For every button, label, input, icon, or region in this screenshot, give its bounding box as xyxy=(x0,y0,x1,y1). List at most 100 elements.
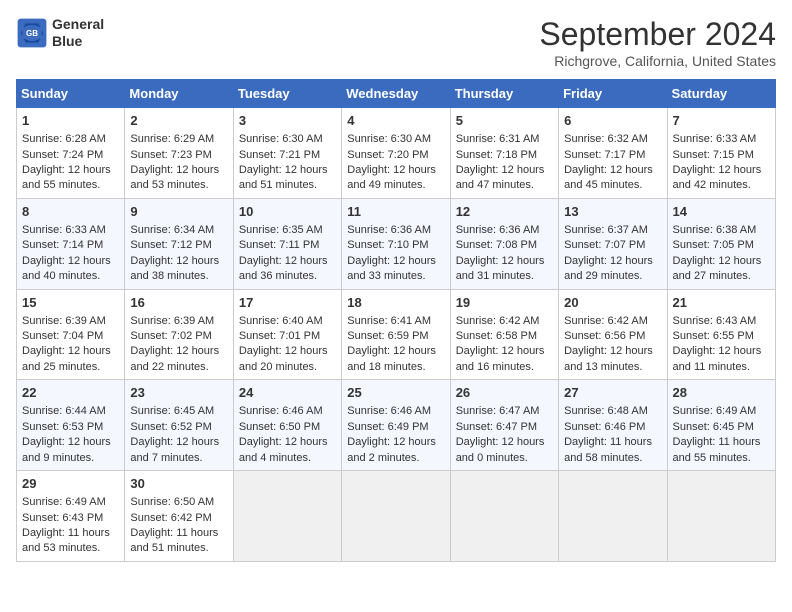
calendar-cell: 18Sunrise: 6:41 AMSunset: 6:59 PMDayligh… xyxy=(342,289,450,380)
sunset-text: Sunset: 7:10 PM xyxy=(347,238,444,253)
calendar-body: 1Sunrise: 6:28 AMSunset: 7:24 PMDaylight… xyxy=(17,108,776,562)
sunrise-text: Sunrise: 6:44 AM xyxy=(22,404,119,419)
calendar-cell xyxy=(233,471,341,562)
sunrise-text: Sunrise: 6:30 AM xyxy=(239,132,336,147)
day-number: 22 xyxy=(22,384,119,402)
day-number: 6 xyxy=(564,112,661,130)
daylight-text: Daylight: 12 hours and 27 minutes. xyxy=(673,254,770,285)
sunrise-text: Sunrise: 6:46 AM xyxy=(347,404,444,419)
calendar-cell xyxy=(559,471,667,562)
sunrise-text: Sunrise: 6:42 AM xyxy=(564,314,661,329)
day-number: 29 xyxy=(22,475,119,493)
calendar-cell: 28Sunrise: 6:49 AMSunset: 6:45 PMDayligh… xyxy=(667,380,775,471)
daylight-text: Daylight: 12 hours and 36 minutes. xyxy=(239,254,336,285)
daylight-text: Daylight: 12 hours and 20 minutes. xyxy=(239,344,336,375)
sunrise-text: Sunrise: 6:38 AM xyxy=(673,223,770,238)
day-number: 27 xyxy=(564,384,661,402)
calendar-cell: 2Sunrise: 6:29 AMSunset: 7:23 PMDaylight… xyxy=(125,108,233,199)
daylight-text: Daylight: 12 hours and 7 minutes. xyxy=(130,435,227,466)
calendar-table: SundayMondayTuesdayWednesdayThursdayFrid… xyxy=(16,79,776,562)
month-title: September 2024 xyxy=(539,16,776,53)
daylight-text: Daylight: 12 hours and 47 minutes. xyxy=(456,163,553,194)
sunrise-text: Sunrise: 6:35 AM xyxy=(239,223,336,238)
day-number: 8 xyxy=(22,203,119,221)
calendar-cell: 22 Sunrise: 6:44 AMSunset: 6:53 PMDayligh… xyxy=(17,380,125,471)
day-number: 7 xyxy=(673,112,770,130)
weekday-saturday: Saturday xyxy=(667,80,775,108)
sunset-text: Sunset: 6:58 PM xyxy=(456,329,553,344)
calendar-week-row: 15Sunrise: 6:39 AMSunset: 7:04 PMDayligh… xyxy=(17,289,776,380)
day-number: 16 xyxy=(130,294,227,312)
sunset-text: Sunset: 7:24 PM xyxy=(22,148,119,163)
daylight-text: Daylight: 12 hours and 25 minutes. xyxy=(22,344,119,375)
general-blue-logo-icon: GB xyxy=(16,17,48,49)
daylight-text: Daylight: 12 hours and 40 minutes. xyxy=(22,254,119,285)
day-number: 12 xyxy=(456,203,553,221)
day-number: 4 xyxy=(347,112,444,130)
sunset-text: Sunset: 7:20 PM xyxy=(347,148,444,163)
day-number: 11 xyxy=(347,203,444,221)
day-number: 18 xyxy=(347,294,444,312)
daylight-text: Daylight: 11 hours and 51 minutes. xyxy=(130,526,227,557)
day-number: 10 xyxy=(239,203,336,221)
sunset-text: Sunset: 7:17 PM xyxy=(564,148,661,163)
daylight-text: Daylight: 11 hours and 53 minutes. xyxy=(22,526,119,557)
calendar-cell: 30Sunrise: 6:50 AMSunset: 6:42 PMDayligh… xyxy=(125,471,233,562)
day-number: 26 xyxy=(456,384,553,402)
daylight-text: Daylight: 12 hours and 22 minutes. xyxy=(130,344,227,375)
weekday-monday: Monday xyxy=(125,80,233,108)
sunrise-text: Sunrise: 6:48 AM xyxy=(564,404,661,419)
calendar-week-row: 29Sunrise: 6:49 AMSunset: 6:43 PMDayligh… xyxy=(17,471,776,562)
location: Richgrove, California, United States xyxy=(539,53,776,69)
daylight-text: Daylight: 12 hours and 9 minutes. xyxy=(22,435,119,466)
calendar-cell xyxy=(667,471,775,562)
sunset-text: Sunset: 6:53 PM xyxy=(22,420,119,435)
day-number: 9 xyxy=(130,203,227,221)
calendar-cell: 1Sunrise: 6:28 AMSunset: 7:24 PMDaylight… xyxy=(17,108,125,199)
sunrise-text: Sunrise: 6:39 AM xyxy=(130,314,227,329)
calendar-week-row: 22Sunrise: 6:44 AMSunset: 6:53 PMDayligh… xyxy=(17,380,776,471)
day-number: 30 xyxy=(130,475,227,493)
calendar-cell: 13Sunrise: 6:37 AMSunset: 7:07 PMDayligh… xyxy=(559,198,667,289)
sunset-text: Sunset: 6:42 PM xyxy=(130,511,227,526)
weekday-friday: Friday xyxy=(559,80,667,108)
calendar-cell: 4Sunrise: 6:30 AMSunset: 7:20 PMDaylight… xyxy=(342,108,450,199)
sunrise-text: Sunrise: 6:43 AM xyxy=(673,314,770,329)
day-number: 17 xyxy=(239,294,336,312)
sunrise-text: Sunrise: 6:41 AM xyxy=(347,314,444,329)
sunrise-text: Sunrise: 6:28 AM xyxy=(22,132,119,147)
calendar-cell: 20Sunrise: 6:42 AMSunset: 6:56 PMDayligh… xyxy=(559,289,667,380)
sunset-text: Sunset: 6:43 PM xyxy=(22,511,119,526)
sunset-text: Sunset: 7:05 PM xyxy=(673,238,770,253)
sunrise-text: Sunrise: 6:34 AM xyxy=(130,223,227,238)
calendar-cell xyxy=(450,471,558,562)
sunset-text: Sunset: 6:56 PM xyxy=(564,329,661,344)
sunrise-text: Sunrise: 6:46 AM xyxy=(239,404,336,419)
daylight-text: Daylight: 12 hours and 42 minutes. xyxy=(673,163,770,194)
sunset-text: Sunset: 6:50 PM xyxy=(239,420,336,435)
sunset-text: Sunset: 7:08 PM xyxy=(456,238,553,253)
sunrise-text: Sunrise: 6:37 AM xyxy=(564,223,661,238)
calendar-cell: 9Sunrise: 6:34 AMSunset: 7:12 PMDaylight… xyxy=(125,198,233,289)
sunset-text: Sunset: 6:49 PM xyxy=(347,420,444,435)
daylight-text: Daylight: 12 hours and 11 minutes. xyxy=(673,344,770,375)
daylight-text: Daylight: 11 hours and 58 minutes. xyxy=(564,435,661,466)
sunrise-text: Sunrise: 6:36 AM xyxy=(456,223,553,238)
sunset-text: Sunset: 7:15 PM xyxy=(673,148,770,163)
daylight-text: Daylight: 12 hours and 29 minutes. xyxy=(564,254,661,285)
sunset-text: Sunset: 6:55 PM xyxy=(673,329,770,344)
calendar-cell: 12Sunrise: 6:36 AMSunset: 7:08 PMDayligh… xyxy=(450,198,558,289)
calendar-cell: 11Sunrise: 6:36 AMSunset: 7:10 PMDayligh… xyxy=(342,198,450,289)
weekday-header-row: SundayMondayTuesdayWednesdayThursdayFrid… xyxy=(17,80,776,108)
calendar-cell: 7Sunrise: 6:33 AMSunset: 7:15 PMDaylight… xyxy=(667,108,775,199)
sunrise-text: Sunrise: 6:32 AM xyxy=(564,132,661,147)
sunrise-text: Sunrise: 6:45 AM xyxy=(130,404,227,419)
calendar-cell: 25Sunrise: 6:46 AMSunset: 6:49 PMDayligh… xyxy=(342,380,450,471)
calendar-week-row: 8Sunrise: 6:33 AMSunset: 7:14 PMDaylight… xyxy=(17,198,776,289)
svg-text:GB: GB xyxy=(26,29,38,38)
calendar-cell: 26Sunrise: 6:47 AMSunset: 6:47 PMDayligh… xyxy=(450,380,558,471)
day-number: 5 xyxy=(456,112,553,130)
sunset-text: Sunset: 7:18 PM xyxy=(456,148,553,163)
calendar-header: SundayMondayTuesdayWednesdayThursdayFrid… xyxy=(17,80,776,108)
calendar-cell: 15Sunrise: 6:39 AMSunset: 7:04 PMDayligh… xyxy=(17,289,125,380)
